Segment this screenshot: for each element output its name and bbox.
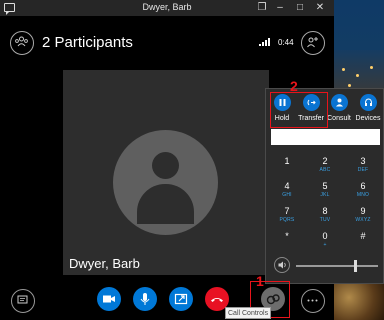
annotation-box-transfer — [270, 92, 328, 128]
chat-button[interactable] — [11, 289, 35, 313]
devices-label: Devices — [355, 115, 381, 122]
dial-number-input[interactable] — [271, 129, 380, 145]
dial-key-7[interactable]: 7 PQRS — [268, 206, 306, 228]
add-people-icon — [307, 37, 318, 48]
maximize-icon[interactable]: □ — [294, 1, 306, 14]
participants-count[interactable]: 2 Participants — [42, 34, 133, 51]
avatar — [113, 130, 218, 235]
mute-button[interactable] — [133, 287, 157, 311]
participant-video-tile: Dwyer, Barb — [63, 70, 269, 275]
consult-tab[interactable]: Consult — [325, 94, 353, 122]
devices-tab[interactable]: Devices — [354, 94, 382, 122]
dial-key-8[interactable]: 8 TUV — [306, 206, 344, 228]
call-controls-tooltip: Call Controls — [225, 307, 272, 319]
chat-icon — [17, 295, 28, 304]
restore-down-icon[interactable]: ❐ — [256, 1, 268, 14]
add-participant-button[interactable] — [301, 31, 325, 55]
network-signal-icon — [259, 38, 273, 46]
person-icon — [335, 98, 343, 107]
dial-key-3[interactable]: 3 DEF — [344, 156, 382, 178]
dial-key-star[interactable]: * — [268, 231, 306, 253]
close-icon[interactable]: ✕ — [314, 1, 326, 14]
dial-key-1[interactable]: 1 — [268, 156, 306, 178]
dial-key-0[interactable]: 0 + — [306, 231, 344, 253]
participant-name: Dwyer, Barb — [69, 256, 140, 271]
consult-label: Consult — [327, 115, 351, 122]
present-button[interactable] — [169, 287, 193, 311]
microphone-icon — [140, 293, 150, 305]
video-camera-icon — [103, 295, 115, 303]
minimize-icon[interactable]: – — [274, 1, 286, 14]
share-screen-icon — [174, 293, 188, 305]
more-options-button[interactable] — [301, 289, 325, 313]
people-icon — [15, 36, 28, 47]
dial-key-2[interactable]: 2 ABC — [306, 156, 344, 178]
title-bar: Dwyer, Barb ❐ – □ ✕ — [0, 0, 334, 16]
annotation-number-1: 1 — [256, 273, 264, 289]
dial-key-hash[interactable]: # — [344, 231, 382, 253]
annotation-number-2: 2 — [290, 78, 298, 94]
speaker-icon — [278, 261, 286, 269]
volume-slider-thumb[interactable] — [353, 260, 357, 272]
ellipsis-icon — [307, 299, 318, 302]
dial-key-4[interactable]: 4 GHI — [268, 181, 306, 203]
dial-key-5[interactable]: 5 JKL — [306, 181, 344, 203]
participants-button[interactable] — [10, 31, 34, 55]
call-duration: 0:44 — [278, 38, 294, 47]
video-button[interactable] — [97, 287, 121, 311]
volume-button[interactable] — [274, 257, 290, 273]
volume-slider-track[interactable] — [296, 265, 378, 267]
dial-key-9[interactable]: 9 WXYZ — [344, 206, 382, 228]
devices-icon — [364, 98, 372, 106]
dial-key-6[interactable]: 6 MNO — [344, 181, 382, 203]
